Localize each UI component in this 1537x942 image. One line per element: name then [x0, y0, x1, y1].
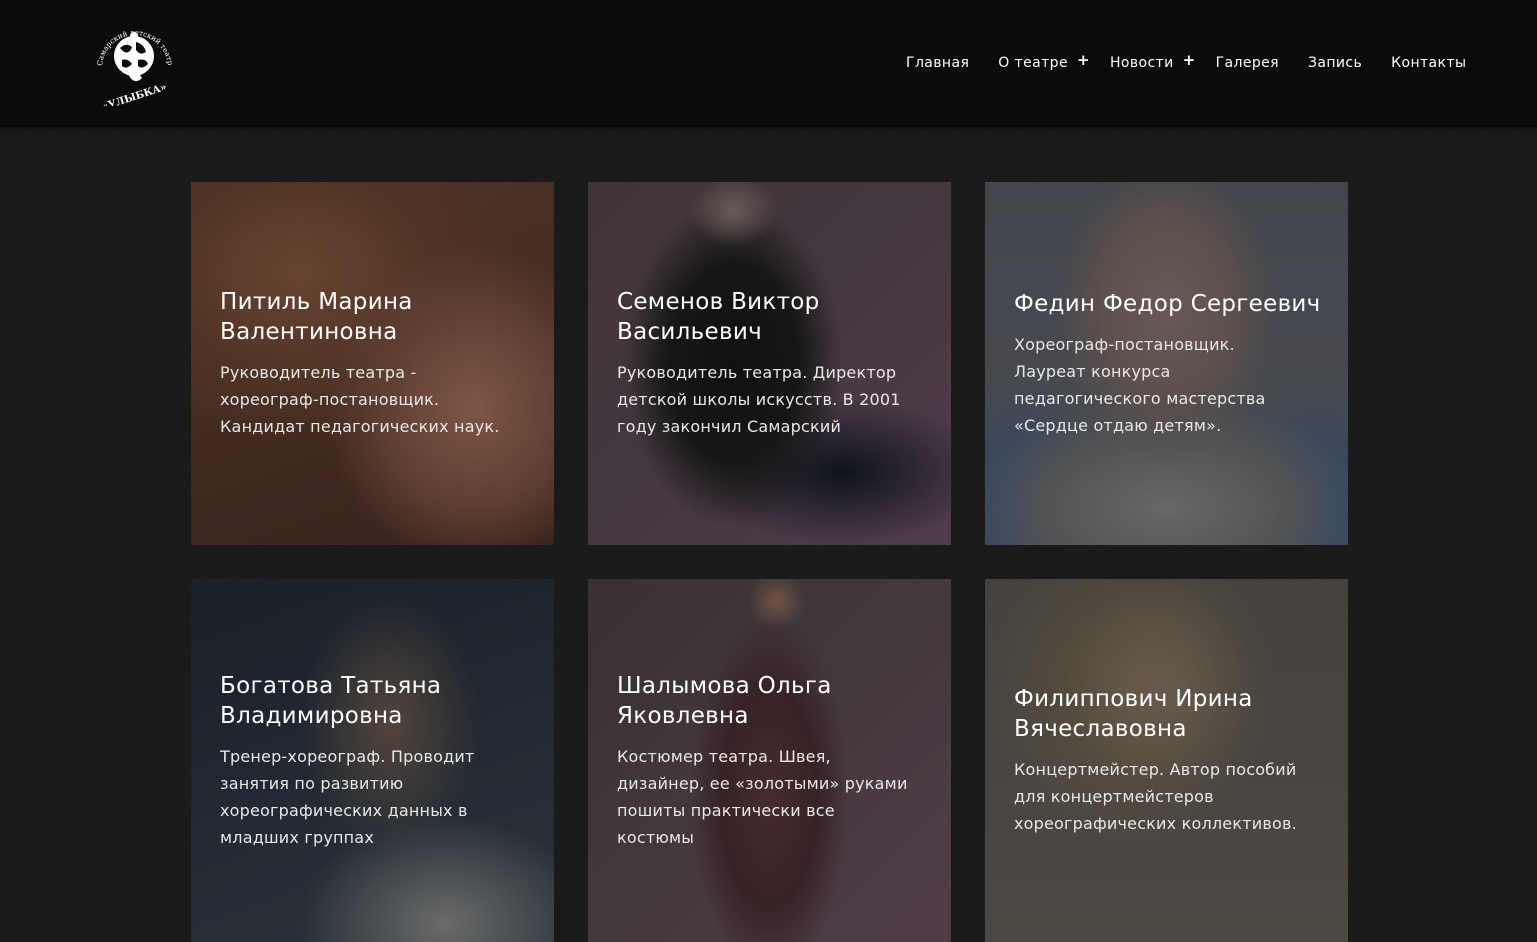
team-member-description: Костюмер театра. Швея, дизайнер, ее «зол… [617, 746, 908, 847]
nav-item-signup[interactable]: Запись [1308, 55, 1362, 71]
nav-item-about[interactable]: О театре + [998, 51, 1090, 71]
logo-name: «УЛЫБКА» [101, 82, 168, 106]
team-member-name: Филиппович Ирина Вячеславовна [1014, 686, 1253, 742]
team-member-description: Руководитель театра. Директор детской шк… [617, 363, 901, 436]
team-card[interactable]: Филиппович Ирина Вячеславовна Концертмей… [985, 579, 1348, 942]
team-member-description: Хореограф-постановщик. Лауреат конкурса … [1014, 334, 1266, 435]
main-nav: Главная О театре + Новости + Галерея Зап… [906, 51, 1466, 74]
card-content: Питиль Марина Валентиновна Руководитель … [220, 182, 534, 545]
card-content: Богатова Татьяна Владимировна Тренер-хор… [220, 579, 534, 942]
nav-item-contacts[interactable]: Контакты [1391, 55, 1466, 71]
team-member-name: Семенов Виктор Васильевич [617, 289, 820, 345]
plus-icon[interactable]: + [1183, 51, 1196, 69]
nav-item-label: Контакты [1391, 55, 1467, 71]
team-member-description: Концертмейстер. Автор пособий для концер… [1014, 760, 1297, 833]
team-member-description: Руководитель театра - хореограф-постанов… [220, 363, 500, 436]
team-card[interactable]: Семенов Виктор Васильевич Руководитель т… [588, 182, 951, 545]
team-member-name: Питиль Марина Валентиновна [220, 289, 413, 345]
nav-item-news[interactable]: Новости + [1109, 51, 1196, 71]
team-card[interactable]: Питиль Марина Валентиновна Руководитель … [191, 182, 554, 545]
card-content: Семенов Виктор Васильевич Руководитель т… [617, 182, 931, 545]
nav-item-label: Новости [1109, 55, 1174, 71]
team-member-name: Федин Федор Сергеевич [1014, 290, 1321, 317]
nav-item-label: О театре [998, 55, 1068, 71]
site-header: Самарский детский театр танца «УЛЫБКА» Г… [0, 0, 1537, 126]
team-member-name: Богатова Татьяна Владимировна [220, 672, 442, 729]
nav-item-label: Главная [906, 55, 970, 71]
plus-icon[interactable]: + [1077, 51, 1090, 69]
card-content: Шалымова Ольга Яковлевна Костюмер театра… [617, 579, 931, 942]
card-content: Филиппович Ирина Вячеславовна Концертмей… [1014, 579, 1328, 942]
smile-logo-icon: Самарский детский театр танца «УЛЫБКА» [86, 7, 175, 113]
team-member-name: Шалымова Ольга Яковлевна [617, 672, 832, 729]
card-content: Федин Федор Сергеевич Хореограф-постанов… [1014, 182, 1328, 545]
team-card[interactable]: Шалымова Ольга Яковлевна Костюмер театра… [588, 579, 951, 942]
nav-item-label: Галерея [1215, 55, 1279, 71]
theatre-logo[interactable]: Самарский детский театр танца «УЛЫБКА» [86, 7, 180, 113]
team-card[interactable]: Богатова Татьяна Владимировна Тренер-хор… [191, 579, 554, 942]
nav-item-gallery[interactable]: Галерея [1216, 55, 1279, 71]
nav-item-label: Запись [1307, 55, 1363, 71]
nav-item-home[interactable]: Главная [906, 55, 969, 71]
team-member-description: Тренер-хореограф. Проводит занятия по ра… [220, 746, 475, 847]
team-card[interactable]: Федин Федор Сергеевич Хореограф-постанов… [985, 182, 1348, 545]
